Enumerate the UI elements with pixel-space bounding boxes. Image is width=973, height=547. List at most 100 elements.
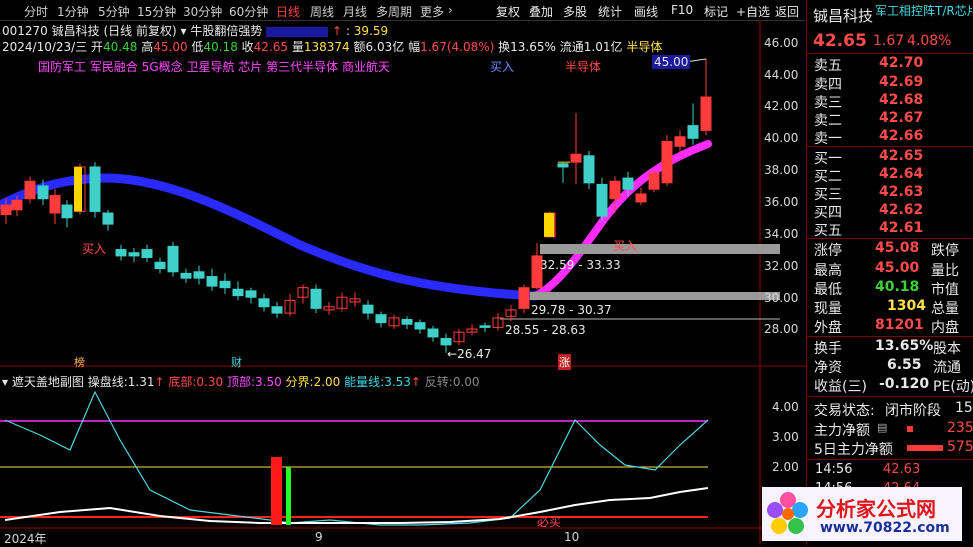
mark-button[interactable]: 标记 bbox=[704, 3, 728, 20]
candle-body bbox=[0, 204, 12, 216]
quote-stock-name: 铖昌科技 bbox=[813, 7, 874, 25]
time-axis-year: 2024年 bbox=[4, 532, 47, 546]
candle-body bbox=[570, 153, 582, 163]
candle-body bbox=[648, 172, 660, 190]
candle-body bbox=[674, 136, 686, 147]
tab-1min[interactable]: 1分钟 bbox=[57, 3, 89, 20]
candle-body bbox=[518, 287, 530, 309]
candle-body bbox=[362, 304, 374, 314]
f10-button[interactable]: F10 bbox=[671, 3, 693, 17]
candle-body bbox=[206, 276, 218, 287]
main-flow-bar bbox=[907, 426, 913, 432]
chevron-down-icon[interactable]: ▾ bbox=[2, 375, 8, 389]
energy-line bbox=[4, 390, 709, 526]
tab-daily[interactable]: 日线 bbox=[276, 3, 300, 20]
tab-monthly[interactable]: 月线 bbox=[343, 3, 367, 20]
sub-axis-label: 4.00 bbox=[772, 400, 799, 414]
event-marker-cai[interactable]: 财 bbox=[231, 354, 242, 370]
candle-body bbox=[609, 180, 621, 200]
trade-state-label: 交易状态: bbox=[814, 403, 875, 419]
main-flow5-label: 5日主力净额 bbox=[814, 442, 893, 458]
multi-stock-button[interactable]: 多股 bbox=[563, 3, 587, 20]
peak-price-label: 45.00 bbox=[652, 55, 691, 69]
candle-body bbox=[89, 166, 101, 212]
candle-body bbox=[635, 193, 647, 203]
price-axis: 46.00 44.00 42.00 40.00 38.00 36.00 34.0… bbox=[764, 36, 799, 336]
candle-body bbox=[167, 245, 179, 273]
candle-body bbox=[128, 252, 140, 257]
trade-state: 闭市阶段 bbox=[885, 403, 941, 419]
must-buy-label: 必买 bbox=[537, 515, 562, 529]
tab-60min[interactable]: 60分钟 bbox=[229, 3, 268, 20]
candle-highlight bbox=[544, 213, 554, 237]
main-flow-value: 2350 bbox=[947, 420, 973, 436]
watermark-url: www.70822.com bbox=[820, 520, 950, 536]
candle-body bbox=[375, 314, 387, 324]
event-marker-zhang[interactable]: 涨 bbox=[558, 354, 571, 370]
candle-body bbox=[687, 125, 699, 139]
candle-body bbox=[583, 155, 595, 184]
flower-logo-icon bbox=[767, 492, 808, 534]
candle-body bbox=[661, 141, 673, 184]
main-flow5-bar bbox=[907, 445, 943, 451]
quote-price: 42.65 bbox=[813, 31, 867, 51]
candle-body bbox=[24, 180, 36, 200]
list-icon[interactable]: ▤ bbox=[877, 421, 887, 434]
candle-body bbox=[258, 298, 270, 308]
event-marker-bang[interactable]: 榜 bbox=[74, 354, 85, 370]
tab-weekly[interactable]: 周线 bbox=[310, 3, 334, 20]
candle-body bbox=[310, 288, 322, 309]
period-toolbar: 分时 1分钟 5分钟 15分钟 30分钟 60分钟 日线 周线 月线 多周期 更… bbox=[0, 0, 805, 21]
kline-chart[interactable] bbox=[0, 20, 806, 545]
time-axis-oct: 10 bbox=[564, 530, 580, 544]
candle-body bbox=[401, 318, 413, 325]
main-flow5-value: 5755 bbox=[947, 439, 973, 455]
candle-body bbox=[154, 261, 166, 270]
candle-body bbox=[37, 185, 49, 200]
candle-body bbox=[700, 96, 712, 131]
stats-button[interactable]: 统计 bbox=[598, 3, 622, 20]
candle-body bbox=[11, 199, 23, 211]
quote-panel: 铖昌科技 军工相控阵T/R芯片 42.65 1.67 4.08% 卖五 42.70… bbox=[806, 0, 973, 545]
buy-signal-label: 买入 bbox=[613, 239, 638, 253]
buy-signal-label: 买入 bbox=[82, 242, 107, 256]
sub-indicator-row: ▾ 遮天盖地副图 操盘线:1.31↑ 底部:0.30 顶部:3.50 分界:2.… bbox=[2, 375, 480, 389]
candle-body bbox=[232, 288, 244, 297]
signal-bar bbox=[286, 467, 291, 525]
overlay-button[interactable]: 叠加 bbox=[529, 3, 553, 20]
tab-15min[interactable]: 15分钟 bbox=[137, 3, 176, 20]
tab-5min[interactable]: 5分钟 bbox=[98, 3, 130, 20]
candle-body bbox=[427, 328, 439, 338]
candle-body bbox=[115, 249, 127, 257]
low-price-label: ←26.47 bbox=[447, 347, 492, 361]
tab-multi-period[interactable]: 多周期 bbox=[376, 3, 412, 20]
tab-fenshi[interactable]: 分时 bbox=[24, 3, 48, 20]
range-label: 29.78 - 30.37 bbox=[531, 303, 612, 317]
tab-more[interactable]: 更多 bbox=[420, 3, 444, 20]
watermark-brand: 分析家公式网 bbox=[816, 497, 936, 521]
quote-concept: 军工相控阵T/R芯片 bbox=[875, 4, 972, 18]
fuquan-button[interactable]: 复权 bbox=[496, 3, 520, 20]
chevron-right-icon[interactable]: › bbox=[448, 3, 453, 17]
candle-body bbox=[141, 249, 153, 259]
main-flow-label: 主力净额 bbox=[814, 423, 870, 439]
range-label: 28.55 - 28.63 bbox=[505, 323, 586, 337]
buy-signal-label: 买入 bbox=[490, 60, 515, 74]
candle-body bbox=[193, 271, 205, 279]
candle-body bbox=[414, 322, 426, 330]
candle-highlight bbox=[74, 166, 82, 212]
draw-line-button[interactable]: 画线 bbox=[634, 3, 658, 20]
candle-body bbox=[479, 325, 491, 328]
sub-axis-label: 3.00 bbox=[772, 430, 799, 444]
quote-change: 1.67 bbox=[873, 33, 905, 49]
add-watchlist-button[interactable]: +自选 bbox=[736, 3, 770, 20]
candle-body bbox=[61, 204, 73, 219]
candle-body bbox=[49, 195, 61, 214]
range-label: 32.59 - 33.33 bbox=[540, 258, 621, 272]
tab-30min[interactable]: 30分钟 bbox=[183, 3, 222, 20]
candle-body bbox=[622, 177, 634, 190]
back-button[interactable]: 返回 bbox=[775, 3, 799, 20]
candle-body bbox=[440, 338, 452, 346]
support-band bbox=[530, 292, 780, 300]
sub-indicator-name: 遮天盖地副图 bbox=[11, 375, 84, 389]
